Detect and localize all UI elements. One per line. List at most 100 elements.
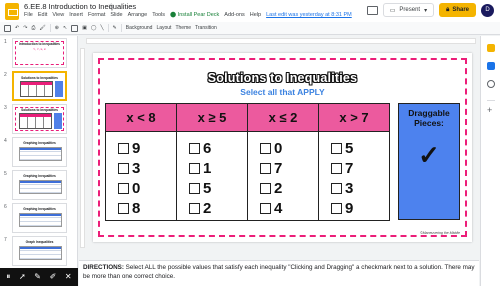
layout-button[interactable]: Layout: [156, 25, 171, 31]
thumbnail-table: [19, 213, 62, 227]
slide-canvas[interactable]: Solutions to Inequalities Select all tha…: [93, 53, 472, 242]
answer-checkbox[interactable]: [331, 202, 342, 214]
answer-checkbox[interactable]: [331, 182, 342, 194]
thumbnail-preview[interactable]: Introduction to Inequalities <, >, ≤, ≥: [12, 38, 67, 68]
zoom-icon[interactable]: ⊕: [55, 25, 59, 31]
answer-checkbox[interactable]: [189, 162, 200, 174]
comment-add-icon[interactable]: ✎: [113, 25, 117, 31]
tasks-icon[interactable]: [487, 62, 495, 70]
inequality-column: x ≤ 2 0 7 2 4: [248, 104, 319, 220]
answer-checkbox[interactable]: [260, 202, 271, 214]
menu-view[interactable]: View: [52, 12, 64, 18]
menu-tools[interactable]: Tools: [152, 12, 165, 18]
slide-number: 5: [4, 171, 7, 177]
thumbnail-preview[interactable]: Solutions to Inequalities: [12, 104, 67, 134]
transition-button[interactable]: Transition: [195, 25, 217, 31]
redo-icon[interactable]: ↷: [23, 25, 27, 31]
horizontal-ruler[interactable]: [86, 38, 476, 44]
pointer-icon[interactable]: ➚: [19, 273, 26, 281]
thumbnail-preview[interactable]: Graphing Inequalities: [12, 203, 67, 233]
answer-checkbox[interactable]: [118, 202, 129, 214]
print-icon[interactable]: ⎙: [31, 25, 35, 31]
pear-deck-install[interactable]: ⬤ Install Pear Deck: [170, 12, 219, 18]
menu-addons[interactable]: Add-ons: [224, 12, 245, 18]
answer-checkbox[interactable]: [118, 182, 129, 194]
menu-file[interactable]: File: [24, 12, 33, 18]
theme-button[interactable]: Theme: [175, 25, 191, 31]
new-slide-icon[interactable]: [4, 24, 11, 32]
slide-thumbnail[interactable]: 4 Graphing Inequalities: [2, 137, 76, 167]
menu-slide[interactable]: Slide: [110, 12, 122, 18]
answer-checkbox[interactable]: [189, 142, 200, 154]
thumbnail-table: [19, 246, 62, 260]
inequality-column: x < 8 9 3 0 8: [106, 104, 177, 220]
slide-subtitle[interactable]: Select all that APPLY: [93, 87, 472, 97]
present-button[interactable]: ▭ Present ▾: [382, 3, 435, 17]
line-icon[interactable]: ╲: [101, 25, 104, 31]
thumbnail-preview-selected[interactable]: Solutions to Inequalities: [12, 71, 67, 101]
slide-thumbnail[interactable]: 2 Solutions to Inequalities: [2, 71, 76, 101]
header-actions: ▭ Present ▾ 🔒︎ Share D: [366, 3, 494, 17]
answer-checkbox[interactable]: [118, 162, 129, 174]
avatar[interactable]: D: [481, 3, 494, 17]
answer-checkbox[interactable]: [260, 182, 271, 194]
slide-thumbnail[interactable]: 7 Graph Inequalities: [2, 236, 76, 266]
toolbar: ↶ ↷ ⎙ 🖌︎ ⊕ ↖ ▣ ◯ ╲ ✎ Background Layout T…: [0, 22, 500, 35]
menu-edit[interactable]: Edit: [38, 12, 47, 18]
menu-help[interactable]: Help: [250, 12, 261, 18]
draggable-pieces-box[interactable]: Draggable Pieces: ✓: [398, 103, 460, 220]
image-icon[interactable]: ▣: [82, 25, 87, 31]
checkmark-icon[interactable]: ✓: [399, 140, 459, 171]
inequality-column: x ≥ 5 6 1 5 2: [177, 104, 248, 220]
contacts-icon[interactable]: [487, 80, 495, 88]
document-title[interactable]: 6.EE.8 Introduction to Inequalities: [24, 2, 136, 11]
answer-checkbox[interactable]: [260, 142, 271, 154]
lock-icon: 🔒︎: [446, 6, 450, 13]
chevron-down-icon[interactable]: ▾: [424, 7, 427, 14]
add-icon[interactable]: +: [487, 106, 492, 115]
menu-arrange[interactable]: Arrange: [128, 12, 148, 18]
slide-thumbnail[interactable]: 6 Graphing Inequalities: [2, 203, 76, 233]
menu-format[interactable]: Format: [88, 12, 105, 18]
text-box-icon[interactable]: [71, 24, 79, 32]
answer-checkbox[interactable]: [331, 162, 342, 174]
answer-option: 7: [260, 158, 318, 178]
slides-logo-icon[interactable]: [5, 3, 19, 20]
thumbnail-preview[interactable]: Graphing Inequalities: [12, 137, 67, 167]
select-icon[interactable]: ↖: [63, 25, 67, 31]
answer-value: 3: [345, 179, 354, 197]
paint-format-icon[interactable]: 🖌︎: [39, 25, 45, 31]
pen-icon[interactable]: ✎: [34, 273, 41, 281]
shape-icon[interactable]: ◯: [91, 25, 97, 31]
slide-thumbnail[interactable]: 5 Graphing Inequalities: [2, 170, 76, 200]
inequality-table[interactable]: x < 8 9 3 0 8 x ≥ 5 6 1 5 2 x ≤ 2 0 7 2: [105, 103, 390, 221]
keep-icon[interactable]: [487, 44, 495, 52]
background-button[interactable]: Background: [126, 25, 153, 31]
column-header: x < 8: [106, 104, 176, 132]
answer-checkbox[interactable]: [331, 142, 342, 154]
menu-bar: File Edit View Insert Format Slide Arran…: [24, 12, 352, 18]
menu-insert[interactable]: Insert: [69, 12, 83, 18]
thumbnail-preview[interactable]: Graph Inequalities: [12, 236, 67, 266]
share-button[interactable]: 🔒︎ Share: [439, 3, 476, 17]
speaker-notes[interactable]: DIRECTIONS: Select ALL the possible valu…: [79, 260, 479, 286]
answer-value: 7: [345, 159, 354, 177]
last-edit-link[interactable]: Last edit was yesterday at 8:31 PM: [266, 12, 352, 18]
undo-icon[interactable]: ↶: [15, 25, 19, 31]
answer-checkbox[interactable]: [260, 162, 271, 174]
comment-icon[interactable]: [366, 5, 378, 15]
answer-checkbox[interactable]: [118, 142, 129, 154]
close-icon[interactable]: ✕: [65, 273, 72, 281]
slide-title[interactable]: Solutions to Inequalities: [93, 71, 472, 85]
thumbnail-title: Graphing Inequalities: [23, 174, 56, 178]
slide-thumbnail[interactable]: 3 Solutions to Inequalities: [2, 104, 76, 134]
pause-icon[interactable]: ⏸: [6, 273, 10, 281]
answer-checkbox[interactable]: [189, 202, 200, 214]
highlighter-icon[interactable]: ✐: [50, 273, 57, 281]
answer-checkbox[interactable]: [189, 182, 200, 194]
thumbnail-preview[interactable]: Graphing Inequalities: [12, 170, 67, 200]
vertical-ruler[interactable]: [80, 48, 85, 248]
star-icon[interactable]: ☆: [108, 2, 114, 10]
slide-thumbnail[interactable]: 1 Introduction to Inequalities <, >, ≤, …: [2, 38, 76, 68]
toolbar-divider: [107, 24, 109, 32]
